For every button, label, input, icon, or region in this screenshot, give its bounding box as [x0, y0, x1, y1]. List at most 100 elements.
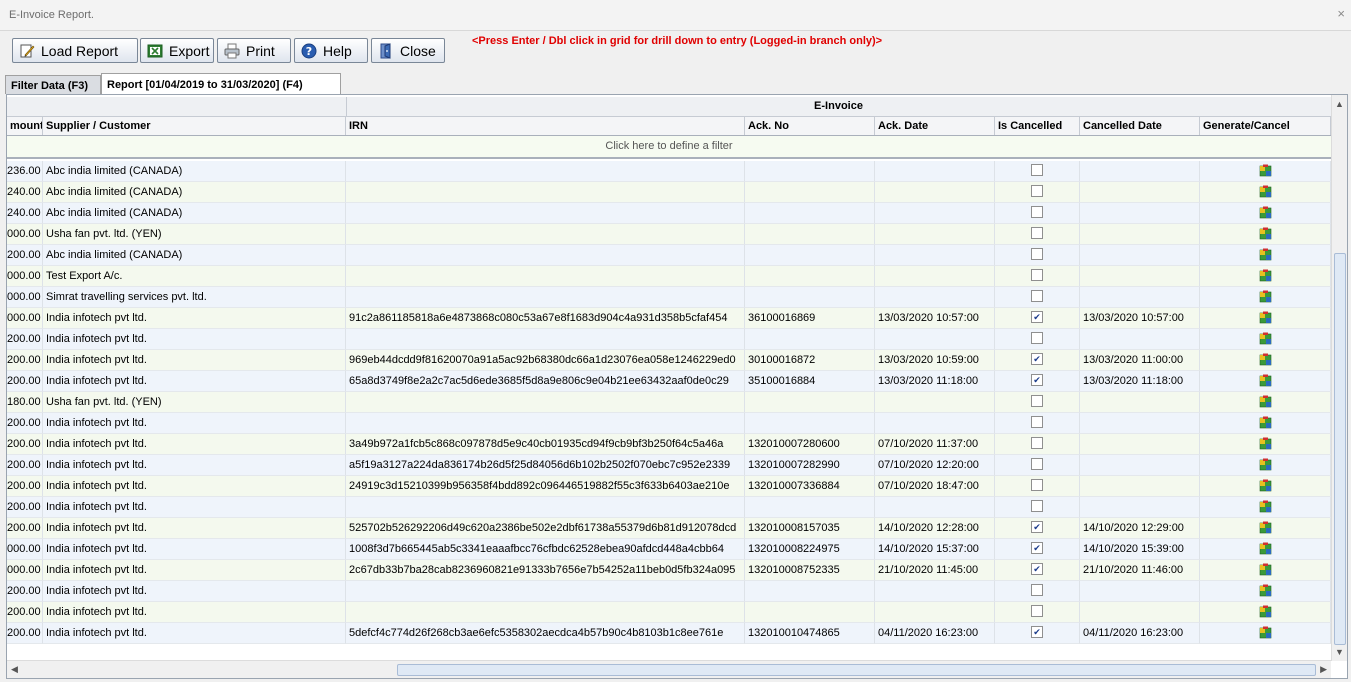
table-row[interactable]: 200.00 India infotech pvt ltd. 5defcf4c774… [7, 623, 1331, 644]
is-cancelled-checkbox[interactable] [1031, 458, 1043, 471]
table-row[interactable]: 000.00 India infotech pvt ltd. 2c67db33b7b… [7, 560, 1331, 581]
is-cancelled-checkbox[interactable]: ✔ [1031, 626, 1043, 639]
generate-cancel-icon[interactable] [1259, 605, 1272, 618]
table-row[interactable]: 236.00 Abc india limited (CANADA) [7, 161, 1331, 182]
is-cancelled-checkbox[interactable] [1031, 269, 1043, 282]
print-button[interactable]: Print [217, 38, 291, 63]
is-cancelled-checkbox[interactable] [1031, 416, 1043, 429]
table-row[interactable]: 200.00 India infotech pvt ltd. [7, 581, 1331, 602]
vertical-scrollbar[interactable]: ▲ ▼ [1331, 95, 1347, 661]
table-row[interactable]: 200.00 India infotech pvt ltd. [7, 413, 1331, 434]
is-cancelled-checkbox[interactable] [1031, 206, 1043, 219]
is-cancelled-checkbox[interactable] [1031, 395, 1043, 408]
load-report-button[interactable]: Load Report [12, 38, 138, 63]
table-row[interactable]: 200.00 India infotech pvt ltd. [7, 497, 1331, 518]
scroll-up-icon[interactable]: ▲ [1335, 99, 1344, 109]
horizontal-scrollbar[interactable]: ◀ ▶ [7, 660, 1331, 678]
is-cancelled-checkbox[interactable] [1031, 164, 1043, 177]
help-button[interactable]: ? Help [294, 38, 368, 63]
scroll-down-icon[interactable]: ▼ [1335, 647, 1344, 657]
col-ack-date[interactable]: Ack. Date [875, 117, 995, 135]
is-cancelled-checkbox[interactable] [1031, 332, 1043, 345]
table-row[interactable]: 240.00 Abc india limited (CANADA) [7, 182, 1331, 203]
generate-cancel-icon[interactable] [1259, 395, 1272, 408]
generate-cancel-icon[interactable] [1259, 374, 1272, 387]
is-cancelled-checkbox[interactable]: ✔ [1031, 311, 1043, 324]
generate-cancel-icon[interactable] [1259, 353, 1272, 366]
tab-filter-data[interactable]: Filter Data (F3) [5, 75, 101, 94]
table-row[interactable]: 000.00 Simrat travelling services pvt. lt… [7, 287, 1331, 308]
generate-cancel-icon[interactable] [1259, 206, 1272, 219]
is-cancelled-checkbox[interactable] [1031, 605, 1043, 618]
table-row[interactable]: 000.00 India infotech pvt ltd. 1008f3d7b66… [7, 539, 1331, 560]
export-button[interactable]: Export [140, 38, 214, 63]
generate-cancel-icon[interactable] [1259, 479, 1272, 492]
is-cancelled-checkbox[interactable]: ✔ [1031, 563, 1043, 576]
close-button[interactable]: Close [371, 38, 445, 63]
cell-cancelled-date [1080, 329, 1200, 350]
col-is-cancelled[interactable]: Is Cancelled [995, 117, 1080, 135]
load-report-label: Load Report [41, 42, 119, 59]
col-party[interactable]: Supplier / Customer [43, 117, 346, 135]
is-cancelled-checkbox[interactable]: ✔ [1031, 521, 1043, 534]
generate-cancel-icon[interactable] [1259, 416, 1272, 429]
table-row[interactable]: 200.00 India infotech pvt ltd. a5f19a3127a… [7, 455, 1331, 476]
cell-irn: 24919c3d15210399b956358f4bdd892c09644651… [346, 476, 745, 497]
generate-cancel-icon[interactable] [1259, 248, 1272, 261]
is-cancelled-checkbox[interactable]: ✔ [1031, 374, 1043, 387]
table-row[interactable]: 000.00 Test Export A/c. [7, 266, 1331, 287]
table-row[interactable]: 180.00 Usha fan pvt. ltd. (YEN) [7, 392, 1331, 413]
generate-cancel-icon[interactable] [1259, 290, 1272, 303]
filter-row[interactable]: Click here to define a filter [7, 136, 1331, 159]
generate-cancel-icon[interactable] [1259, 521, 1272, 534]
table-row[interactable]: 200.00 India infotech pvt ltd. 24919c3d152… [7, 476, 1331, 497]
col-cancelled-date[interactable]: Cancelled Date [1080, 117, 1200, 135]
col-amount[interactable]: mount [7, 117, 43, 135]
scroll-right-icon[interactable]: ▶ [1320, 664, 1327, 675]
table-row[interactable]: 200.00 India infotech pvt ltd. 969eb44dcdd… [7, 350, 1331, 371]
generate-cancel-icon[interactable] [1259, 626, 1272, 639]
report-grid[interactable]: E-Invoice mount Supplier / Customer IRN … [6, 94, 1348, 679]
is-cancelled-checkbox[interactable] [1031, 479, 1043, 492]
generate-cancel-icon[interactable] [1259, 437, 1272, 450]
generate-cancel-icon[interactable] [1259, 563, 1272, 576]
table-row[interactable]: 000.00 Usha fan pvt. ltd. (YEN) [7, 224, 1331, 245]
window-close-icon[interactable]: × [1337, 6, 1345, 21]
col-ack-no[interactable]: Ack. No [745, 117, 875, 135]
generate-cancel-icon[interactable] [1259, 458, 1272, 471]
is-cancelled-checkbox[interactable] [1031, 227, 1043, 240]
is-cancelled-checkbox[interactable]: ✔ [1031, 542, 1043, 555]
table-row[interactable]: 200.00 India infotech pvt ltd. 525702b5262… [7, 518, 1331, 539]
table-row[interactable]: 000.00 India infotech pvt ltd. 91c2a861185… [7, 308, 1331, 329]
cell-party: India infotech pvt ltd. [43, 539, 346, 560]
vertical-scroll-thumb[interactable] [1334, 253, 1346, 645]
is-cancelled-checkbox[interactable] [1031, 500, 1043, 513]
generate-cancel-icon[interactable] [1259, 584, 1272, 597]
table-row[interactable]: 200.00 India infotech pvt ltd. [7, 329, 1331, 350]
table-row[interactable]: 200.00 Abc india limited (CANADA) [7, 245, 1331, 266]
generate-cancel-icon[interactable] [1259, 500, 1272, 513]
is-cancelled-checkbox[interactable] [1031, 248, 1043, 261]
generate-cancel-icon[interactable] [1259, 164, 1272, 177]
table-row[interactable]: 200.00 India infotech pvt ltd. 65a8d3749f8… [7, 371, 1331, 392]
table-row[interactable]: 200.00 India infotech pvt ltd. [7, 602, 1331, 623]
generate-cancel-icon[interactable] [1259, 542, 1272, 555]
generate-cancel-icon[interactable] [1259, 227, 1272, 240]
is-cancelled-checkbox[interactable] [1031, 290, 1043, 303]
cell-cancelled-date [1080, 455, 1200, 476]
is-cancelled-checkbox[interactable] [1031, 185, 1043, 198]
col-irn[interactable]: IRN [346, 117, 745, 135]
col-generate-cancel[interactable]: Generate/Cancel [1200, 117, 1331, 135]
is-cancelled-checkbox[interactable] [1031, 437, 1043, 450]
generate-cancel-icon[interactable] [1259, 185, 1272, 198]
table-row[interactable]: 240.00 Abc india limited (CANADA) [7, 203, 1331, 224]
scroll-left-icon[interactable]: ◀ [11, 664, 18, 675]
generate-cancel-icon[interactable] [1259, 311, 1272, 324]
table-row[interactable]: 200.00 India infotech pvt ltd. 3a49b972a1f… [7, 434, 1331, 455]
is-cancelled-checkbox[interactable]: ✔ [1031, 353, 1043, 366]
is-cancelled-checkbox[interactable] [1031, 584, 1043, 597]
generate-cancel-icon[interactable] [1259, 269, 1272, 282]
tab-report[interactable]: Report [01/04/2019 to 31/03/2020] (F4) [101, 73, 341, 94]
horizontal-scroll-thumb[interactable] [397, 664, 1316, 676]
generate-cancel-icon[interactable] [1259, 332, 1272, 345]
